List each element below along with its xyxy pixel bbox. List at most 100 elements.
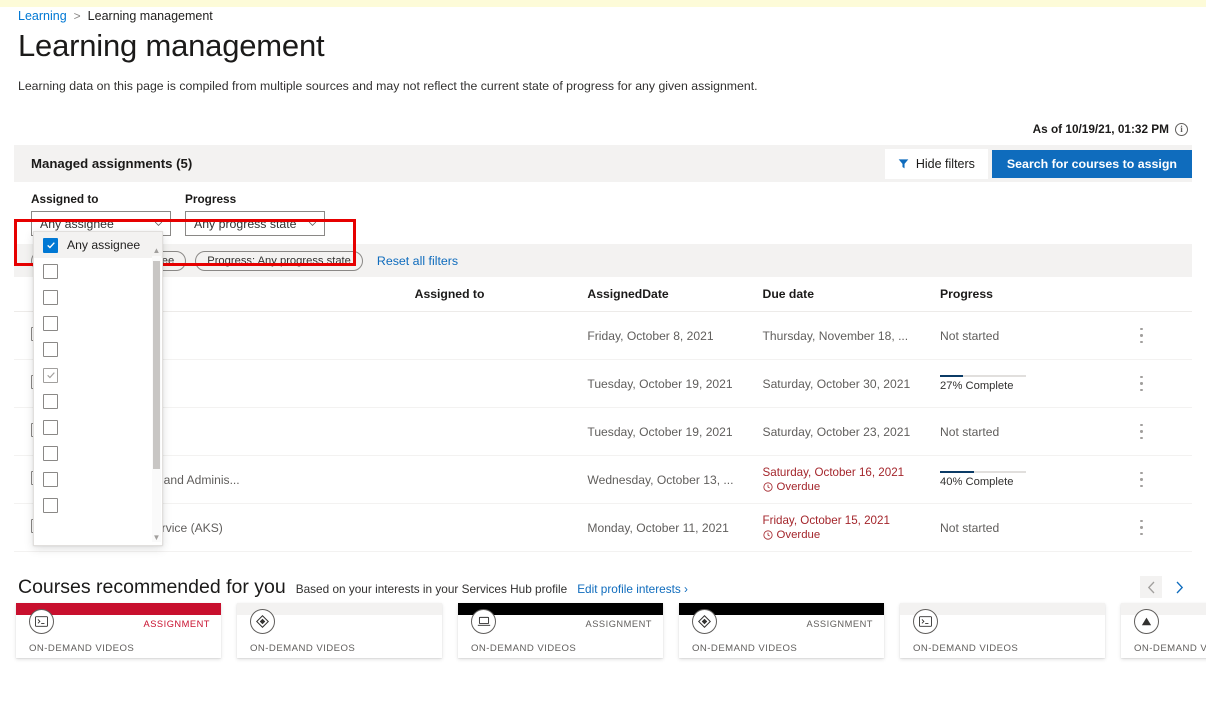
- assigned-date-value: Tuesday, October 19, 2021: [587, 359, 763, 408]
- row-actions-menu[interactable]: [1140, 424, 1143, 439]
- hide-filters-button[interactable]: Hide filters: [884, 148, 988, 179]
- course-card[interactable]: ON-DEMAND VIDE: [1121, 603, 1206, 658]
- page-description: Learning data on this page is compiled f…: [18, 79, 758, 93]
- dropdown-item-any-assignee[interactable]: Any assignee: [34, 232, 162, 258]
- list-item[interactable]: [34, 414, 162, 440]
- clock-icon: [762, 530, 773, 540]
- recommended-courses-carousel: ASSIGNMENT ON-DEMAND VIDEOS ON-DEMAND VI…: [16, 603, 1206, 661]
- breadcrumb-link-learning[interactable]: Learning: [18, 9, 67, 23]
- filter-bar: Assigned to Any assignee Progress Any pr…: [14, 182, 1192, 266]
- list-item[interactable]: [34, 258, 162, 284]
- progress-fill: [940, 470, 975, 474]
- checkbox-unchecked[interactable]: [43, 263, 58, 279]
- course-card[interactable]: ON-DEMAND VIDEOS: [900, 603, 1105, 658]
- list-item[interactable]: [34, 388, 162, 414]
- terminal-icon: [913, 609, 938, 634]
- progress-status: 40% Complete: [940, 476, 1014, 489]
- breadcrumb: Learning > Learning management: [18, 9, 213, 23]
- list-item[interactable]: [34, 492, 162, 518]
- progress-field: Progress Any progress state: [185, 192, 325, 236]
- active-filter-chips: Assigned to: Any assignee Progress: Any …: [14, 244, 1192, 277]
- check-icon: [46, 242, 55, 249]
- info-icon[interactable]: i: [1175, 122, 1188, 136]
- list-item[interactable]: [34, 362, 162, 388]
- assignment-tag: ASSIGNMENT: [806, 619, 873, 629]
- table-row[interactable]: Manager: Concepts and Adminis... Wednesd…: [14, 455, 1192, 504]
- assigned-to-field: Assigned to Any assignee: [31, 192, 171, 236]
- scroll-down-icon[interactable]: ▼: [152, 532, 161, 543]
- checkbox-unchecked[interactable]: [43, 497, 58, 513]
- checkbox-unchecked[interactable]: [43, 289, 58, 305]
- progress-label: Progress: [185, 192, 237, 206]
- assigned-date-value: Friday, October 8, 2021: [587, 311, 763, 360]
- table-header-row: Course Assigned to AssignedDate Due date…: [14, 277, 1192, 312]
- recommended-title: Courses recommended for you: [18, 576, 286, 598]
- course-card[interactable]: ASSIGNMENT ON-DEMAND VIDEOS: [679, 603, 884, 658]
- list-item[interactable]: [34, 336, 162, 362]
- checkbox-unchecked[interactable]: [43, 419, 58, 435]
- scrollbar-thumb[interactable]: [153, 261, 160, 469]
- search-for-courses-button[interactable]: Search for courses to assign: [991, 149, 1192, 178]
- page-title: Learning management: [18, 28, 325, 63]
- panel-header-actions: Hide filters Search for courses to assig…: [884, 145, 1192, 182]
- card-kind-label: ON-DEMAND VIDEOS: [29, 643, 135, 654]
- as-of-text: As of 10/19/21, 01:32 PM: [1032, 122, 1169, 136]
- progress-track: [940, 470, 1027, 474]
- assignee-dropdown-menu[interactable]: Any assignee ▲ ▼: [33, 231, 163, 546]
- list-item[interactable]: [34, 466, 162, 492]
- carousel-next-button[interactable]: [1168, 576, 1190, 598]
- managed-assignments-panel: Managed assignments (5) Hide filters Sea…: [14, 145, 1192, 555]
- progress-indicator: 27% Complete: [940, 374, 1027, 392]
- due-date-value: Friday, October 15, 2021: [762, 514, 890, 527]
- breadcrumb-current: Learning management: [87, 9, 213, 23]
- assignment-tag: ASSIGNMENT: [143, 619, 210, 629]
- recommended-subtitle: Based on your interests in your Services…: [295, 582, 568, 596]
- carousel-prev-button[interactable]: [1140, 576, 1162, 598]
- row-actions-menu[interactable]: [1140, 328, 1143, 343]
- checkbox-unchecked[interactable]: [43, 393, 58, 409]
- filter-chip-progress[interactable]: Progress: Any progress state: [195, 250, 363, 271]
- table-row[interactable]: Friday, October 8, 2021 Thursday, Novemb…: [14, 311, 1192, 360]
- checkbox-unchecked[interactable]: [43, 471, 58, 487]
- learning-management-page: Learning > Learning management Learning …: [0, 0, 1206, 703]
- assigned-date-value: Monday, October 11, 2021: [587, 503, 763, 552]
- due-date-value: Thursday, November 18, ...: [762, 328, 909, 343]
- checkbox-unchecked[interactable]: [43, 445, 58, 461]
- terminal-icon: [29, 609, 54, 634]
- assignments-table-body: Friday, October 8, 2021 Thursday, Novemb…: [14, 311, 1192, 552]
- checkbox-checked[interactable]: [43, 237, 58, 253]
- edit-profile-interests-link[interactable]: Edit profile interests ›: [577, 582, 688, 596]
- course-card[interactable]: ON-DEMAND VIDEOS: [237, 603, 442, 658]
- row-actions-menu[interactable]: [1140, 472, 1143, 487]
- assigned-to-label: Assigned to: [31, 192, 99, 206]
- list-item[interactable]: [34, 310, 162, 336]
- row-actions-menu[interactable]: [1140, 520, 1143, 535]
- table-row[interactable]: iate Tuesday, October 19, 2021 Saturday,…: [14, 359, 1192, 408]
- list-item[interactable]: [34, 284, 162, 310]
- checkbox-checked[interactable]: [43, 367, 58, 383]
- progress-fill: [940, 374, 964, 378]
- table-row[interactable]: onnect Tuesday, October 19, 2021 Saturda…: [14, 407, 1192, 456]
- chevron-left-icon: [1147, 581, 1154, 593]
- chevron-right-icon: [1176, 581, 1183, 593]
- assigned-to-value: [414, 455, 588, 504]
- table-row[interactable]: zure Kubernetes Service (AKS) Monday, Oc…: [14, 503, 1192, 552]
- checkbox-unchecked[interactable]: [43, 341, 58, 357]
- row-actions-menu[interactable]: [1140, 376, 1143, 391]
- panel-header: Managed assignments (5) Hide filters Sea…: [14, 145, 1192, 182]
- assigned-to-value: [414, 407, 588, 456]
- course-card[interactable]: ASSIGNMENT ON-DEMAND VIDEOS: [16, 603, 221, 658]
- overdue-label: Overdue: [776, 481, 821, 493]
- list-item[interactable]: [34, 440, 162, 466]
- progress-dropdown[interactable]: Any progress state: [185, 211, 325, 236]
- column-progress: Progress: [940, 277, 1120, 312]
- course-card[interactable]: ASSIGNMENT ON-DEMAND VIDEOS: [458, 603, 663, 658]
- assigned-to-value: [414, 503, 588, 552]
- reset-all-filters-link[interactable]: Reset all filters: [377, 254, 458, 268]
- triangle-icon: [1134, 609, 1159, 634]
- scroll-up-icon[interactable]: ▲: [152, 245, 161, 256]
- panel-title: Managed assignments (5): [31, 156, 193, 171]
- checkbox-unchecked[interactable]: [43, 315, 58, 331]
- progress-status: Not started: [940, 424, 1000, 439]
- dropdown-scrollbar[interactable]: [152, 256, 161, 542]
